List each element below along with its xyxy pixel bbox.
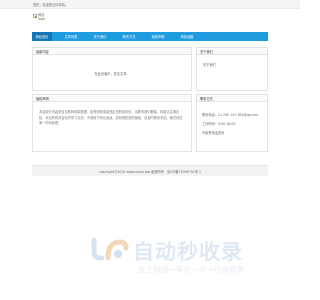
welcome-message: 您好，欢迎您访问本站。: [33, 3, 69, 7]
copyright-panel: 版权声明 本站部分内容来自互联网收集整理，如有侵权或者违反您的权利的，请联系我们…: [32, 94, 192, 152]
logo-alt-text: 网站logo: [37, 12, 45, 21]
contact-panel: 联系方式 联系电话：21 205 141 383@qq.com 工作时间：9:0…: [196, 94, 268, 152]
nav-item-home[interactable]: 网站首页: [32, 32, 52, 41]
contact-line: 联系电话：21 205 141 383@qq.com: [202, 113, 259, 117]
footer: copyright©2020 www.xxyzs.top 版权所有 京ICP备1…: [32, 165, 268, 176]
about-panel: 关于我们 关于我们: [196, 47, 268, 91]
about-text: 关于我们: [203, 63, 216, 67]
panel-title: 联系方式: [197, 95, 267, 102]
nav-item-copyright[interactable]: 版权声明: [148, 32, 168, 41]
panel-title: 关于我们: [197, 48, 267, 55]
panel-title: 最新内容: [33, 48, 191, 55]
watermark-title: 自动秒收录: [133, 240, 243, 264]
top-bar: 您好，欢迎您访问本站。: [0, 0, 300, 9]
nav-item-contact[interactable]: 联系方式: [119, 32, 139, 41]
broken-image-icon: [33, 14, 37, 18]
empty-message: 在此页面中，暂无文章...: [94, 71, 130, 76]
nav-item-articles[interactable]: 文章列表: [61, 32, 81, 41]
contact-line: 工作时间：9:00-18:00: [202, 122, 236, 126]
main-nav: 网站首页 文章列表 关于我们 联系方式 版权声明 网站地图: [32, 32, 268, 41]
latest-content-panel: 最新内容 在此页面中，暂无文章...: [32, 47, 192, 91]
watermark-logo-icon: [91, 237, 129, 261]
footer-copyright: copyright©2020 www.xxyzs.top 版权所有: [98, 169, 164, 174]
watermark: 自动秒收录 放上链接→来访一次→自动收录: [88, 232, 278, 282]
site-logo[interactable]: 网站logo: [33, 12, 51, 21]
contact-line: 不接受电话咨询: [202, 131, 225, 135]
nav-item-about[interactable]: 关于我们: [90, 32, 110, 41]
panel-title: 版权声明: [33, 95, 191, 102]
nav-item-sitemap[interactable]: 网站地图: [177, 32, 197, 41]
copyright-text: 本站部分内容来自互联网收集整理，如有侵权或者违反您的权利的，请联系我们删除。转载…: [39, 110, 183, 126]
footer-icp-link[interactable]: 京ICP备17006791号-1: [167, 169, 201, 174]
watermark-subtitle: 放上链接→来访一次→自动收录: [138, 265, 245, 274]
